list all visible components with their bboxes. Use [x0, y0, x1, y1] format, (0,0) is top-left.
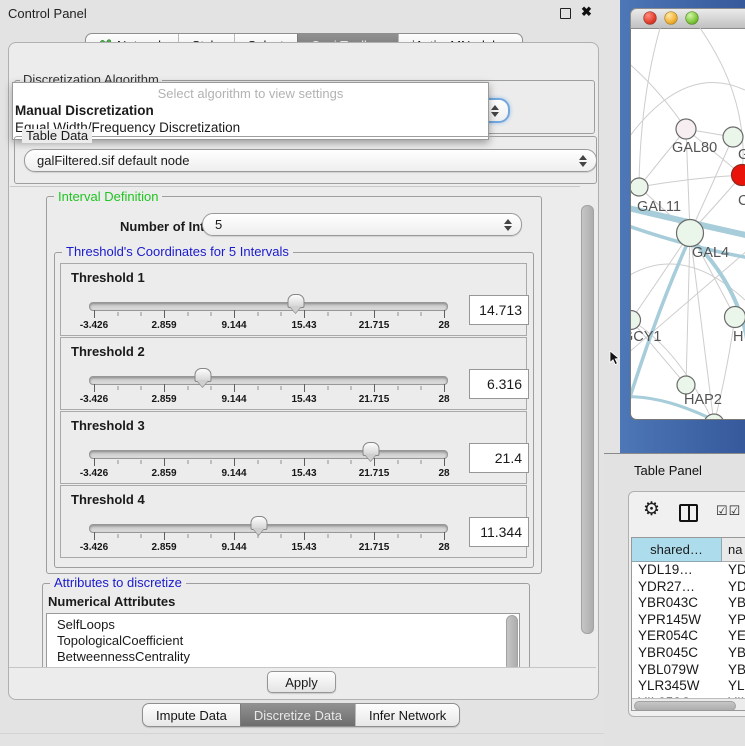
tick-marks: [94, 460, 445, 464]
close-window-button[interactable]: [644, 12, 657, 25]
threshold-1-value-field[interactable]: 14.713: [469, 295, 529, 325]
threshold-2-slider-thumb[interactable]: [194, 368, 211, 382]
node-label: GAL11: [637, 199, 681, 215]
threshold-1-panel: Threshold 1 -3.426 2.859 9.144 15.43 21.…: [60, 263, 527, 336]
threshold-2-value-field[interactable]: 6.316: [469, 369, 529, 399]
column-header-name[interactable]: na: [722, 538, 745, 562]
threshold-3-label: Threshold 3: [71, 418, 145, 433]
close-panel-icon[interactable]: ✖: [581, 4, 592, 20]
table-row[interactable]: YDL19…YDL1: [632, 562, 745, 579]
node-h[interactable]: [725, 307, 745, 328]
tick-marks: [94, 386, 445, 390]
attributes-group-label: Attributes to discretize: [50, 576, 186, 590]
data-table: shared… na YDL19…YDL1 YDR27…YDR2 YBR043C…: [631, 537, 745, 711]
network-view-canvas[interactable]: GAL80 GA GAL11 C GAL4 GCY1 H HAP2: [620, 0, 745, 453]
viewport-divider-top: [10, 186, 580, 187]
show-columns-checkboxes-icon[interactable]: ☑☑: [716, 503, 741, 519]
threshold-4-slider-thumb[interactable]: [250, 516, 267, 530]
panel-title: Control Panel: [8, 6, 87, 21]
combo-arrows-icon: [504, 219, 512, 231]
threshold-4-value-field[interactable]: 11.344: [469, 517, 529, 547]
algorithm-option-manual[interactable]: Manual Discretization: [13, 102, 488, 119]
table-settings-gear-icon[interactable]: ⚙: [643, 498, 660, 521]
node-gal80[interactable]: [676, 119, 696, 139]
apply-button[interactable]: Apply: [267, 671, 336, 693]
threshold-4-panel: Threshold 4 -3.426 2.859 9.144 15.43 21.…: [60, 485, 527, 558]
list-item[interactable]: SelfLoops: [57, 617, 519, 633]
attributes-list-scrollbar[interactable]: [506, 615, 518, 667]
zoom-window-button[interactable]: [686, 12, 699, 25]
minimize-window-button[interactable]: [665, 12, 678, 25]
panel-vertical-scrollbar[interactable]: [581, 205, 594, 634]
list-item[interactable]: TopologicalCoefficient: [57, 633, 519, 649]
table-row[interactable]: YBL079WYBL0: [632, 662, 745, 679]
control-panel-window: Control Panel ✖ Network Style Select Cyn…: [0, 0, 604, 745]
threshold-3-slider-thumb[interactable]: [362, 442, 379, 456]
node-gal11[interactable]: [630, 178, 648, 196]
table-panel: Table Panel ⚙ ☑☑ shared… na YDL19…YDL1 Y…: [604, 453, 745, 746]
tab-impute-data[interactable]: Impute Data: [143, 704, 240, 726]
combo-arrows-icon: [491, 105, 499, 117]
number-of-intervals-value: 5: [215, 217, 222, 232]
table-row[interactable]: YDR27…YDR2: [632, 579, 745, 596]
screen: { "titlebar": { "title": "Control Panel"…: [0, 0, 745, 745]
threshold-1-label: Threshold 1: [71, 270, 145, 285]
node-label: C: [738, 193, 745, 209]
bottom-tab-bar: Impute Data Discretize Data Infer Networ…: [142, 703, 460, 727]
table-row[interactable]: YBR043CYBR0: [632, 595, 745, 612]
threshold-coordinates-group-label: Threshold's Coordinates for 5 Intervals: [62, 245, 293, 259]
combo-arrows-icon: [579, 155, 587, 167]
mouse-cursor: [609, 351, 620, 371]
node-label: H: [733, 329, 743, 345]
tab-discretize-data[interactable]: Discretize Data: [240, 704, 355, 726]
float-window-icon[interactable]: [560, 8, 571, 19]
table-row[interactable]: YLR345WYLR3: [632, 678, 745, 695]
threshold-1-slider-thumb[interactable]: [287, 294, 304, 308]
threshold-2-label: Threshold 2: [71, 344, 145, 359]
window-bottom-edge: [0, 733, 604, 734]
threshold-3-value-field[interactable]: 21.4: [469, 443, 529, 473]
algorithm-placeholder-option[interactable]: Select algorithm to view settings: [13, 85, 488, 102]
column-header-shared-name[interactable]: shared…: [632, 538, 722, 562]
table-row[interactable]: YPR145WYPR1: [632, 612, 745, 629]
node-label: GAL80: [672, 140, 717, 156]
node-label: HAP2: [684, 392, 722, 408]
number-of-intervals-combobox[interactable]: 5: [202, 213, 522, 236]
table-rows: YDL19…YDL1 YDR27…YDR2 YBR043CYBR0 YPR145…: [632, 562, 745, 698]
tick-marks: [94, 312, 445, 316]
numerical-attributes-list[interactable]: SelfLoops TopologicalCoefficient Between…: [46, 613, 520, 667]
node-gal4[interactable]: [677, 220, 704, 247]
attributes-clip: Attributes to discretize Numerical Attri…: [38, 575, 534, 667]
node-top-right[interactable]: [723, 127, 743, 147]
threshold-3-panel: Threshold 3 -3.426 2.859 9.144 15.43 21.…: [60, 411, 527, 484]
tab-infer-network[interactable]: Infer Network: [355, 704, 459, 726]
column-layout-icon[interactable]: [679, 504, 698, 522]
list-item[interactable]: BetweennessCentrality: [57, 649, 519, 665]
threshold-4-label: Threshold 4: [71, 492, 145, 507]
node-label: GA: [738, 147, 745, 163]
interval-definition-group-label: Interval Definition: [54, 190, 162, 204]
node-label: GAL4: [692, 245, 729, 261]
table-horizontal-scrollbar[interactable]: [632, 698, 745, 711]
apply-divider: [9, 667, 596, 668]
table-data-combobox[interactable]: galFiltered.sif default node: [24, 149, 597, 172]
table-panel-title: Table Panel: [634, 463, 702, 478]
table-data-value: galFiltered.sif default node: [37, 153, 189, 168]
tick-marks: [94, 534, 445, 538]
threshold-2-panel: Threshold 2 -3.426 2.859 9.144 15.43 21.…: [60, 337, 527, 410]
numerical-attributes-title: Numerical Attributes: [48, 594, 175, 609]
table-row[interactable]: YER054CYER0: [632, 628, 745, 645]
table-row[interactable]: YBR045CYBR0: [632, 645, 745, 662]
table-data-group-label: Table Data: [22, 129, 92, 143]
